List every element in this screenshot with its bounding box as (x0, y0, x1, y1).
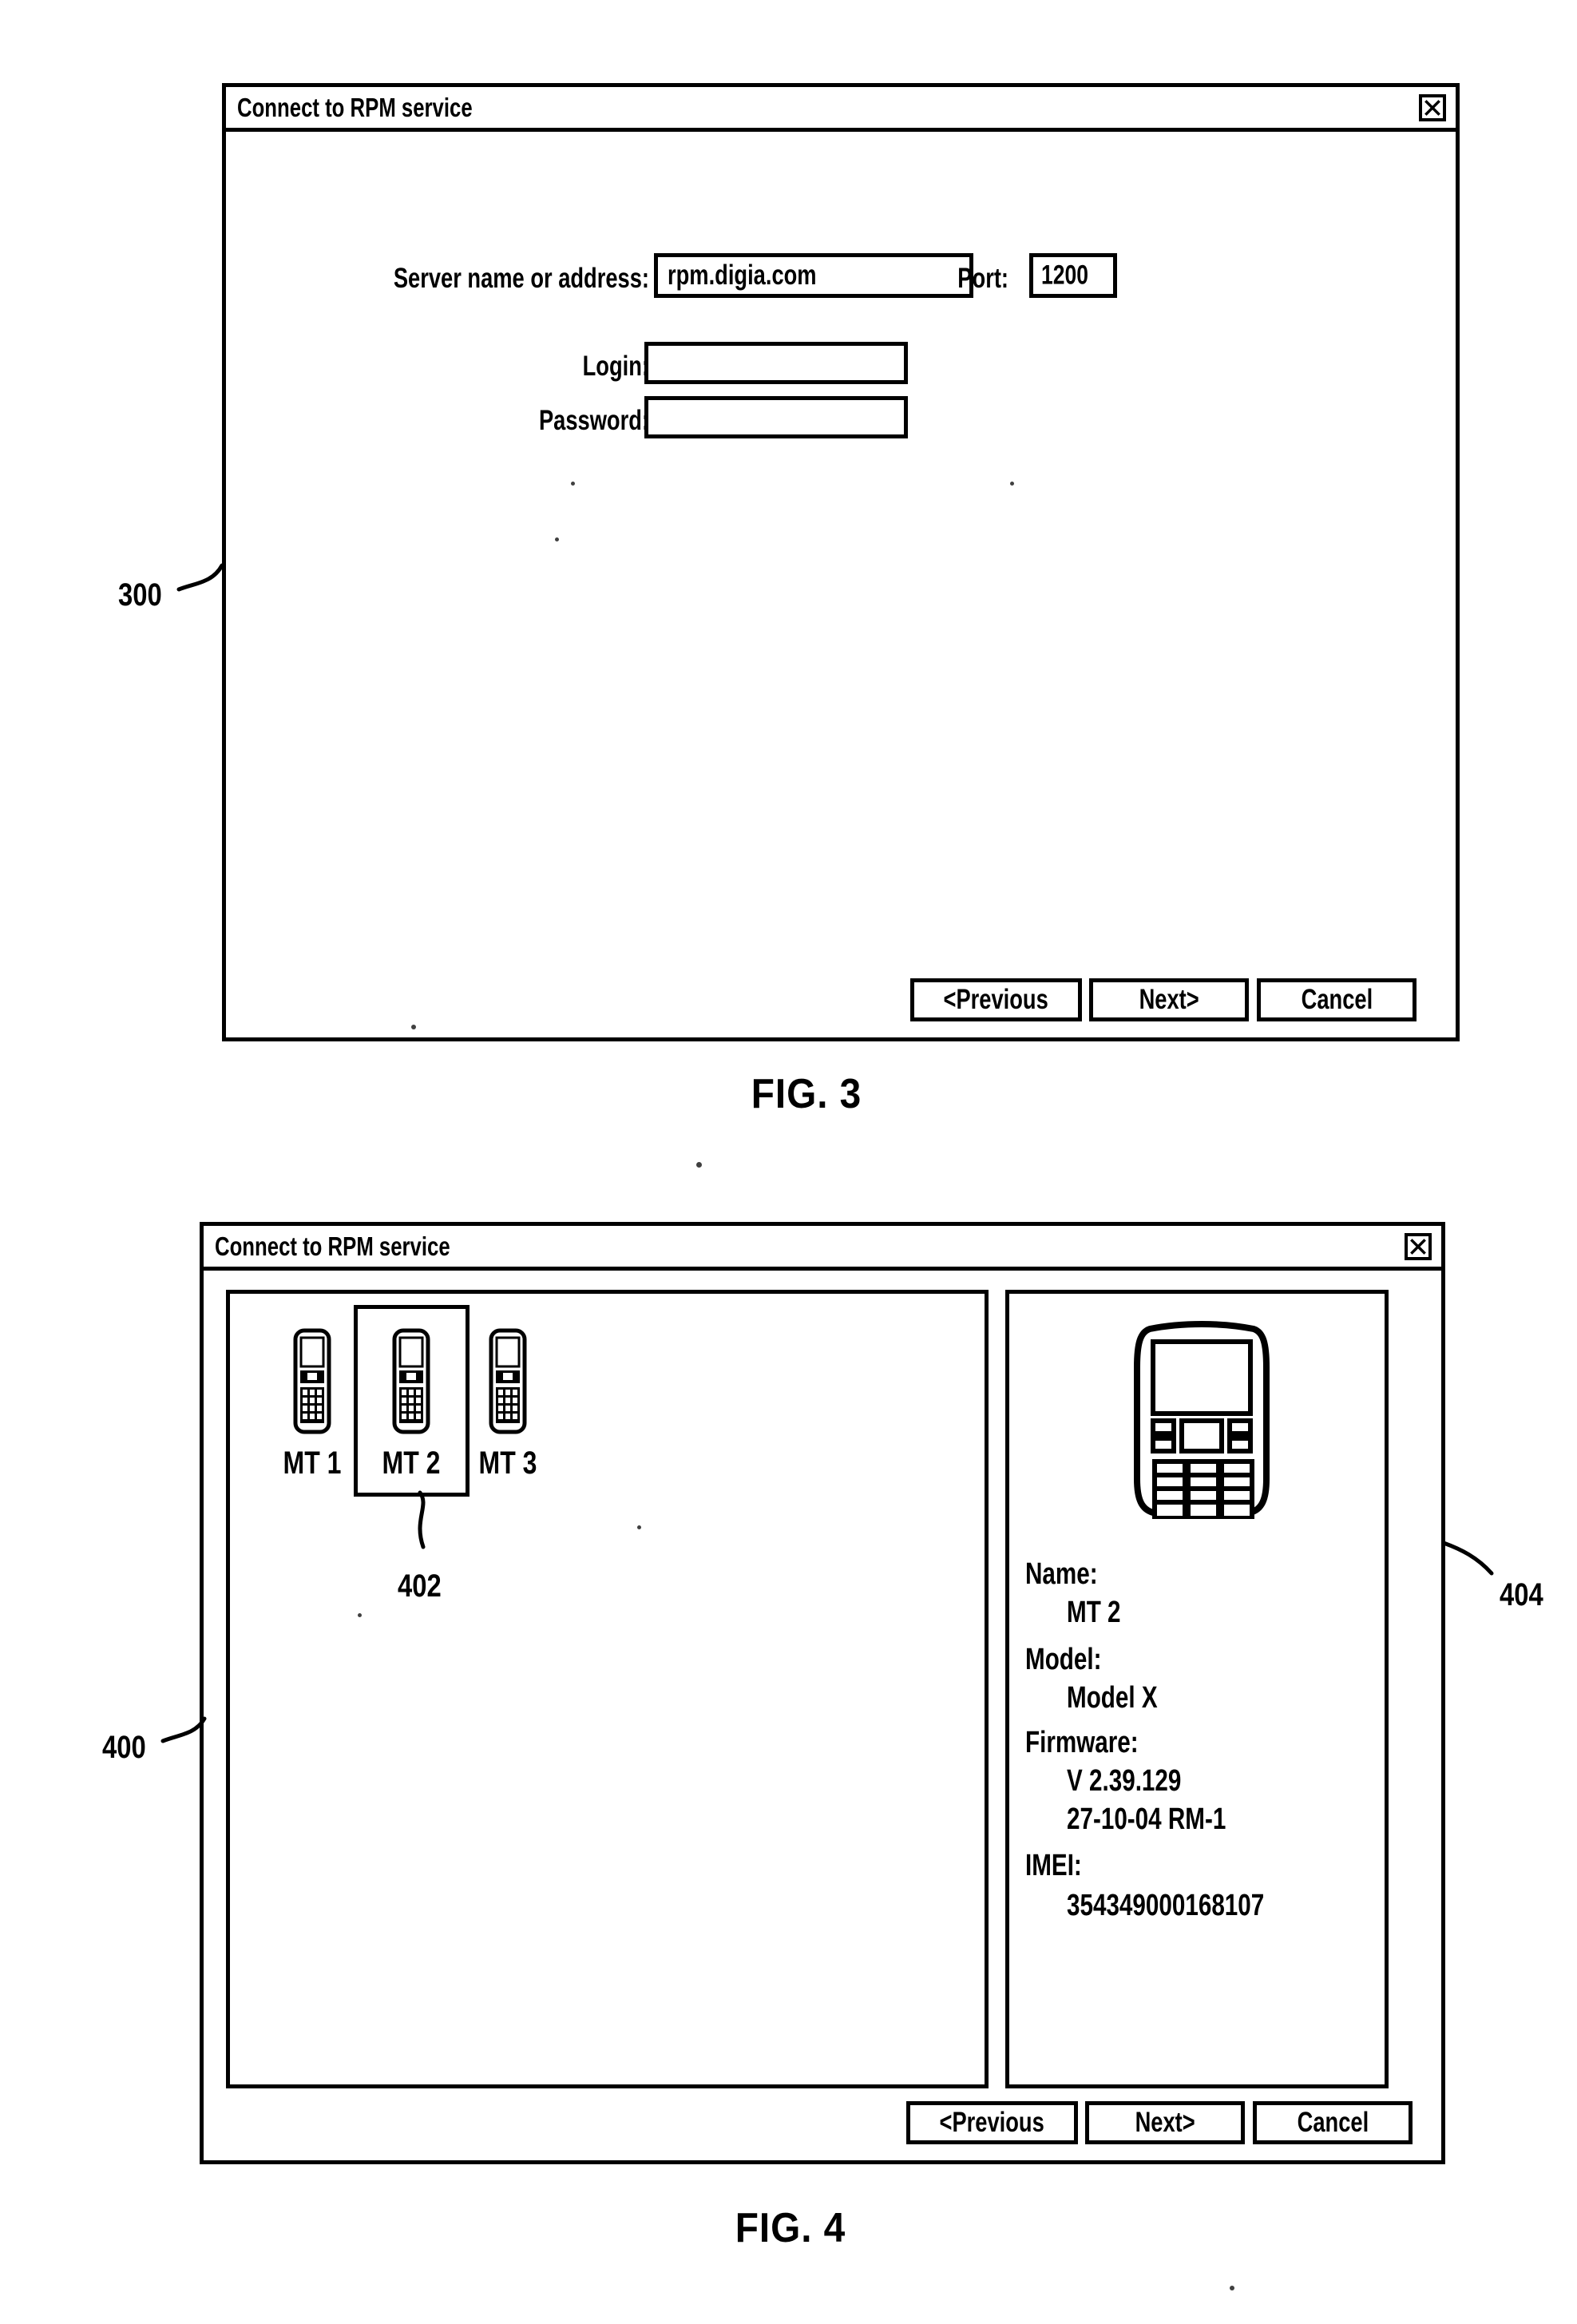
detail-label-firmware: Firmware: (1025, 1726, 1139, 1759)
login-input[interactable] (644, 342, 908, 384)
server-name-label: Server name or address: (393, 263, 649, 294)
mobile-phone-large-icon (1126, 1319, 1278, 1519)
fig3-titlebar: Connect to RPM service (226, 87, 1456, 132)
fig4-titlebar: Connect to RPM service (204, 1226, 1441, 1271)
next-button[interactable]: Next> (1085, 2101, 1245, 2144)
port-label: Port: (957, 263, 1008, 294)
device-details-panel: Name: MT 2 Model: Model X Firmware: V 2.… (1005, 1290, 1389, 2088)
cancel-button-label: Cancel (1301, 984, 1373, 1015)
detail-value-imei: 354349000168107 (1067, 1889, 1265, 1922)
device-list-panel: MT 1 MT 2 MT 3 (226, 1290, 989, 2088)
reference-numeral-404: 404 (1500, 1577, 1543, 1612)
device-label-mt-1: MT 1 (283, 1446, 342, 1481)
reference-numeral-402: 402 (398, 1569, 442, 1604)
previous-button-label: <Previous (943, 984, 1049, 1015)
detail-label-model: Model: (1025, 1643, 1102, 1676)
next-button-label: Next> (1139, 984, 1199, 1015)
fig4-dialog-body: MT 1 MT 2 MT 3 402 Name: MT 2 Model: Mod… (204, 1271, 1441, 2160)
detail-value-name: MT 2 (1067, 1596, 1121, 1629)
scan-speck (1230, 2286, 1234, 2290)
scan-speck (571, 482, 575, 486)
previous-button[interactable]: <Previous (910, 978, 1082, 1021)
detail-value-firmware-line1: V 2.39.129 (1067, 1764, 1182, 1798)
device-icon-mt-1[interactable] (292, 1327, 332, 1435)
detail-value-model: Model X (1067, 1681, 1158, 1715)
detail-value-firmware-line2: 27-10-04 RM-1 (1067, 1802, 1226, 1836)
server-name-value: rpm.digia.com (668, 260, 817, 291)
close-icon[interactable] (1419, 93, 1446, 121)
device-label-mt-3: MT 3 (478, 1446, 537, 1481)
detail-label-imei: IMEI: (1025, 1849, 1082, 1882)
detail-label-name: Name: (1025, 1557, 1098, 1591)
password-label: Password: (538, 405, 649, 436)
fig3-caption: FIG. 3 (751, 1071, 862, 1117)
reference-numeral-300: 300 (118, 577, 162, 613)
next-button-label: Next> (1135, 2107, 1195, 2138)
fig4-window-title: Connect to RPM service (215, 1231, 450, 1261)
previous-button[interactable]: <Previous (906, 2101, 1078, 2144)
scan-speck (358, 1613, 362, 1617)
next-button[interactable]: Next> (1089, 978, 1249, 1021)
fig4-dialog-window: Connect to RPM service MT 1 MT 2 MT 3 40… (200, 1222, 1445, 2164)
login-label: Login: (582, 351, 649, 382)
scan-speck (555, 537, 559, 541)
fig3-dialog-window: Connect to RPM service Server name or ad… (222, 83, 1460, 1041)
password-input[interactable] (644, 396, 908, 438)
port-input[interactable]: 1200 (1029, 253, 1117, 298)
scan-speck (411, 1025, 416, 1029)
reference-numeral-400: 400 (102, 1730, 146, 1765)
cancel-button[interactable]: Cancel (1253, 2101, 1413, 2144)
scan-speck (637, 1525, 641, 1529)
fig3-window-title: Connect to RPM service (237, 92, 473, 122)
device-label-mt-2: MT 2 (382, 1446, 441, 1481)
port-value: 1200 (1041, 260, 1088, 291)
previous-button-label: <Previous (939, 2107, 1045, 2138)
scan-speck (1010, 482, 1014, 486)
close-icon[interactable] (1405, 1232, 1432, 1260)
scan-speck (696, 1162, 702, 1168)
leader-line-404 (1441, 1541, 1506, 1581)
fig4-caption: FIG. 4 (735, 2205, 846, 2251)
device-icon-mt-3[interactable] (488, 1327, 528, 1435)
fig3-dialog-body: Server name or address: rpm.digia.com Po… (226, 132, 1456, 1037)
cancel-button[interactable]: Cancel (1257, 978, 1417, 1021)
cancel-button-label: Cancel (1297, 2107, 1369, 2138)
device-icon-mt-2[interactable] (391, 1327, 431, 1435)
